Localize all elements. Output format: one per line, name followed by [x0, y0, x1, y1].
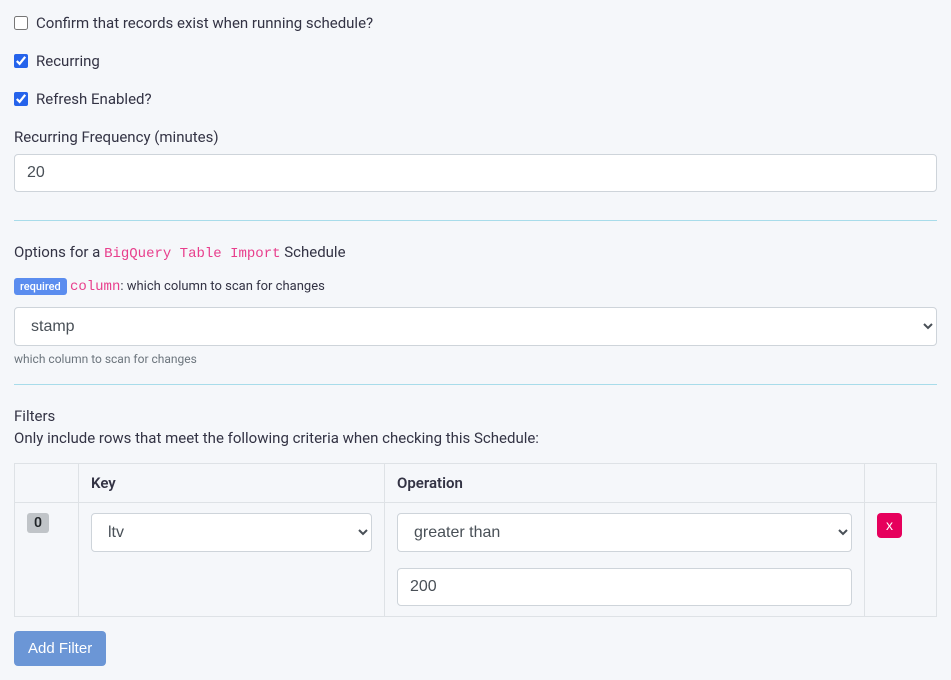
- options-suffix: Schedule: [281, 243, 346, 261]
- table-header-index: [15, 464, 79, 503]
- recurring-frequency-input[interactable]: [14, 154, 937, 192]
- options-heading: Options for a BigQuery Table Import Sche…: [14, 243, 937, 262]
- confirm-records-checkbox[interactable]: [14, 16, 28, 30]
- column-select[interactable]: stamp: [14, 307, 937, 346]
- add-filter-button[interactable]: Add Filter: [14, 631, 106, 666]
- recurring-label[interactable]: Recurring: [36, 52, 100, 70]
- column-field-header: required column: which column to scan fo…: [14, 278, 937, 295]
- delete-filter-button[interactable]: x: [877, 513, 902, 538]
- options-prefix: Options for a: [14, 243, 104, 261]
- filters-description: Only include rows that meet the followin…: [14, 429, 937, 447]
- table-header-delete: [865, 464, 937, 503]
- refresh-enabled-checkbox[interactable]: [14, 92, 28, 106]
- filter-value-input[interactable]: [397, 568, 852, 606]
- confirm-records-label[interactable]: Confirm that records exist when running …: [36, 14, 373, 32]
- divider: [14, 220, 937, 221]
- recurring-frequency-label: Recurring Frequency (minutes): [14, 128, 937, 146]
- required-badge: required: [14, 278, 67, 295]
- column-description: : which column to scan for changes: [120, 279, 324, 294]
- table-header-operation: Operation: [385, 464, 865, 503]
- divider: [14, 384, 937, 385]
- filter-key-select[interactable]: ltv: [91, 513, 372, 552]
- row-index-badge: 0: [27, 513, 49, 533]
- schedule-type-code: BigQuery Table Import: [104, 246, 280, 262]
- table-header-key: Key: [79, 464, 385, 503]
- refresh-enabled-label[interactable]: Refresh Enabled?: [36, 90, 152, 108]
- column-help-text: which column to scan for changes: [14, 352, 937, 366]
- filter-operation-select[interactable]: greater than: [397, 513, 852, 552]
- recurring-checkbox[interactable]: [14, 54, 28, 68]
- column-code-label: column: [70, 279, 120, 295]
- table-row: 0 ltv greater than x: [15, 503, 937, 617]
- filters-heading: Filters: [14, 407, 937, 425]
- filters-table: Key Operation 0 ltv greater than: [14, 463, 937, 617]
- table-header-row: Key Operation: [15, 464, 937, 503]
